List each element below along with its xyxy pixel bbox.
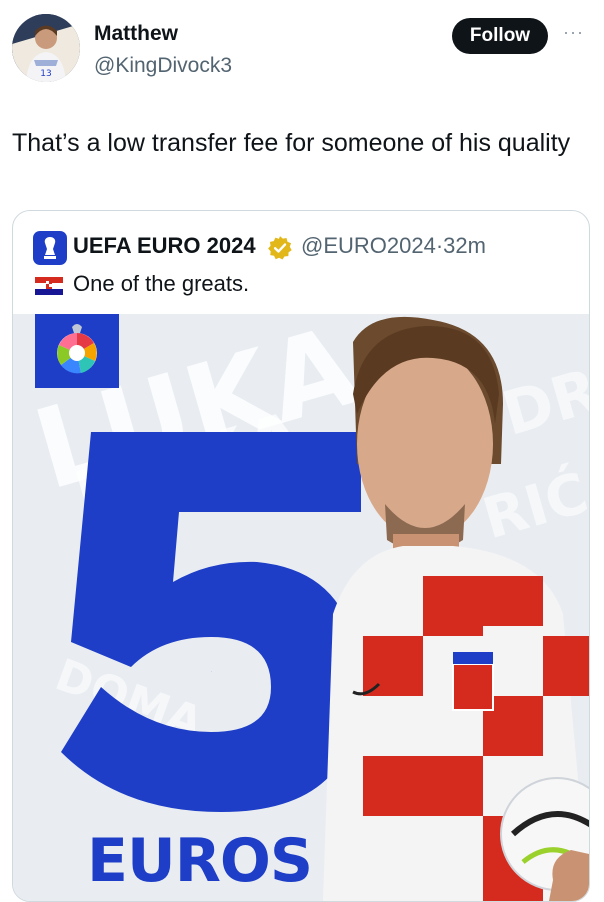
euros-text: EUROS	[87, 826, 313, 896]
quoted-tweet-card[interactable]: UEFA EURO 2024 @EURO2024·32m One of the …	[12, 210, 590, 902]
quoted-handle-time[interactable]: @EURO2024·32m	[301, 233, 486, 259]
author-handle[interactable]: @KingDivock3	[94, 54, 232, 78]
quoted-time[interactable]: 32m	[443, 233, 486, 258]
tweet-text: That’s a low transfer fee for someone of…	[12, 129, 571, 157]
quoted-handle[interactable]: @EURO2024	[301, 233, 436, 258]
croatia-flag-icon	[35, 277, 63, 295]
quoted-author-name[interactable]: UEFA EURO 2024	[73, 233, 256, 259]
more-options-icon[interactable]: ···	[563, 22, 584, 43]
euro2024-logo	[35, 314, 119, 388]
svg-text:13: 13	[40, 69, 51, 79]
author-avatar[interactable]: 13	[12, 14, 80, 82]
quoted-media-image[interactable]: LUKA LUKA MODRIĆ RIĆ DOMA 5	[13, 314, 589, 901]
author-name[interactable]: Matthew	[94, 22, 178, 46]
big-number: 5	[211, 671, 212, 673]
euro2024-logo-icon[interactable]	[33, 231, 67, 265]
follow-button[interactable]: Follow	[452, 18, 548, 54]
player-photo	[323, 316, 589, 901]
verified-badge-icon	[268, 236, 292, 260]
quoted-text: One of the greats.	[73, 271, 250, 296]
